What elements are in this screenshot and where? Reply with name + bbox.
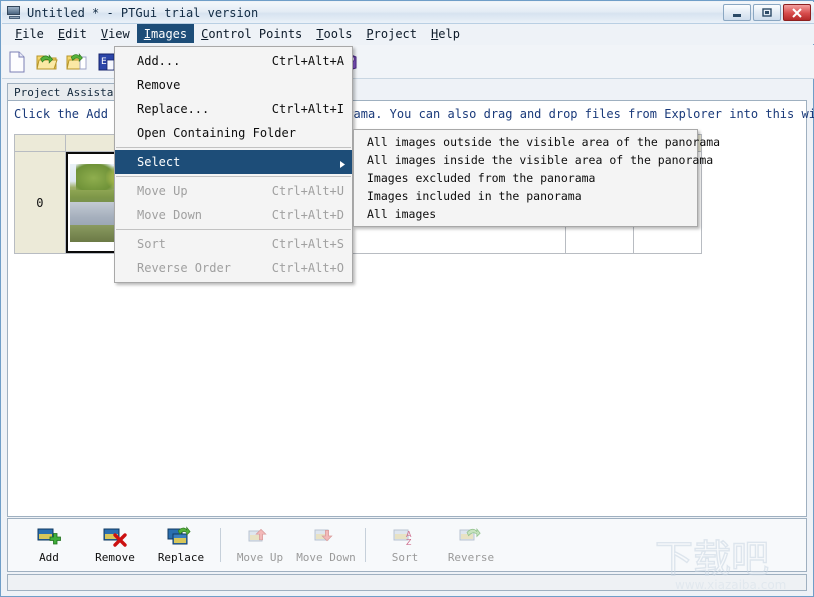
menu-item-move-up[interactable]: Move Up Ctrl+Alt+U	[115, 179, 352, 203]
close-button[interactable]	[783, 4, 811, 21]
menu-separator	[116, 229, 351, 230]
move-down-icon	[314, 529, 333, 542]
menu-item-label: Add...	[137, 54, 181, 68]
menu-item-select[interactable]: Select	[115, 150, 352, 174]
menu-item-replace[interactable]: Replace... Ctrl+Alt+I	[115, 97, 352, 121]
menu-item-accel: Ctrl+Alt+D	[271, 208, 344, 222]
menu-separator	[116, 176, 351, 177]
tab-label: Project Assistant	[14, 85, 127, 99]
add-button[interactable]: Add	[16, 521, 82, 569]
open-project-icon[interactable]	[32, 47, 62, 77]
button-label: Reverse	[447, 551, 495, 564]
toolbar-divider	[365, 528, 366, 562]
menu-item-accel: Ctrl+Alt+U	[271, 184, 344, 198]
sort-button[interactable]: A Z Sort	[372, 521, 438, 569]
menu-item-label: Open Containing Folder	[137, 126, 296, 140]
submenu-item-label: All images inside the visible area of th…	[367, 153, 714, 167]
submenu-item-all-images[interactable]: All images	[354, 205, 697, 223]
svg-text:E: E	[101, 57, 107, 67]
select-submenu: All images outside the visible area of t…	[353, 129, 720, 227]
submenu-item-label: All images	[367, 207, 437, 221]
window-controls	[723, 4, 811, 21]
menubar: FFileile Edit View Images Control Points…	[2, 24, 814, 44]
menu-item-move-down[interactable]: Move Down Ctrl+Alt+D	[115, 203, 352, 227]
new-project-icon[interactable]	[2, 47, 32, 77]
button-label: Move Down	[296, 551, 356, 564]
menu-edit[interactable]: Edit	[51, 24, 94, 43]
menu-item-accel: Ctrl+Alt+I	[271, 102, 344, 116]
reverse-order-icon	[459, 528, 481, 541]
menu-item-label: Sort	[137, 237, 166, 251]
menu-item-reverse-order[interactable]: Reverse Order Ctrl+Alt+O	[115, 256, 352, 280]
submenu-item-inside-visible[interactable]: All images inside the visible area of th…	[354, 151, 713, 169]
move-up-button[interactable]: Move Up	[227, 521, 293, 569]
menu-item-label: Replace...	[137, 102, 210, 116]
sort-az-icon: A Z	[393, 529, 412, 547]
add-image-icon	[37, 528, 61, 545]
menu-control-points[interactable]: Control Points	[194, 24, 309, 43]
button-label: Add	[39, 551, 59, 564]
menu-file[interactable]: FFileile	[8, 24, 51, 43]
menu-tools[interactable]: Tools	[309, 24, 359, 43]
menu-separator	[116, 147, 351, 148]
toolbar-divider	[220, 528, 221, 562]
menu-item-label: Select	[137, 155, 181, 169]
menu-help[interactable]: Help	[424, 24, 467, 43]
svg-text:Z: Z	[406, 538, 412, 547]
window-title: Untitled * - PTGui trial version	[27, 5, 259, 20]
submenu-item-included[interactable]: Images included in the panorama	[354, 187, 697, 205]
button-label: Remove	[95, 551, 135, 564]
menu-item-add[interactable]: Add... Ctrl+Alt+A	[115, 49, 352, 73]
column-header-index[interactable]	[14, 134, 66, 152]
remove-button[interactable]: Remove	[82, 521, 148, 569]
row-index-cell: 0	[14, 151, 66, 254]
app-window-icon	[6, 5, 22, 20]
save-project-icon[interactable]	[62, 47, 92, 77]
menu-item-label: Move Up	[137, 184, 188, 198]
button-label: Replace	[157, 551, 205, 564]
submenu-item-label: All images outside the visible area of t…	[367, 135, 721, 149]
reverse-button[interactable]: Reverse	[438, 521, 504, 569]
images-bottom-toolbar: Add Remove Replace Move Up Move Down A Z…	[7, 518, 807, 572]
menu-item-accel: Ctrl+Alt+A	[271, 54, 344, 68]
menu-item-label: Reverse Order	[137, 261, 231, 275]
minimize-button[interactable]	[723, 4, 751, 21]
menu-item-open-containing-folder[interactable]: Open Containing Folder	[115, 121, 352, 145]
status-bar	[7, 574, 807, 591]
submenu-item-excluded[interactable]: Images excluded from the panorama	[354, 169, 697, 187]
menu-project[interactable]: Project	[359, 24, 424, 43]
menu-view[interactable]: View	[94, 24, 137, 43]
menu-item-accel: Ctrl+Alt+O	[271, 261, 344, 275]
menu-item-accel: Ctrl+Alt+S	[271, 237, 344, 251]
button-label: Sort	[391, 551, 419, 564]
move-down-button[interactable]: Move Down	[293, 521, 359, 569]
maximize-button[interactable]	[753, 4, 781, 21]
menu-item-remove[interactable]: Remove	[115, 73, 352, 97]
remove-image-icon	[103, 528, 127, 547]
move-up-icon	[248, 528, 267, 542]
menu-item-label: Move Down	[137, 208, 203, 222]
submenu-item-label: Images excluded from the panorama	[367, 171, 596, 185]
ptgui-main-window: Untitled * - PTGui trial version FFileil…	[0, 0, 814, 597]
menu-images[interactable]: Images	[136, 24, 195, 43]
button-label: Move Up	[236, 551, 284, 564]
submenu-item-label: Images included in the panorama	[367, 189, 582, 203]
replace-image-icon	[167, 526, 191, 545]
chevron-right-icon	[339, 158, 346, 172]
submenu-item-outside-visible[interactable]: All images outside the visible area of t…	[354, 133, 720, 151]
titlebar: Untitled * - PTGui trial version	[2, 2, 814, 24]
replace-button[interactable]: Replace	[148, 521, 214, 569]
menu-item-sort[interactable]: Sort Ctrl+Alt+S	[115, 232, 352, 256]
images-dropdown-menu: Add... Ctrl+Alt+A Remove Replace... Ctrl…	[114, 46, 353, 283]
menu-item-label: Remove	[137, 78, 181, 92]
